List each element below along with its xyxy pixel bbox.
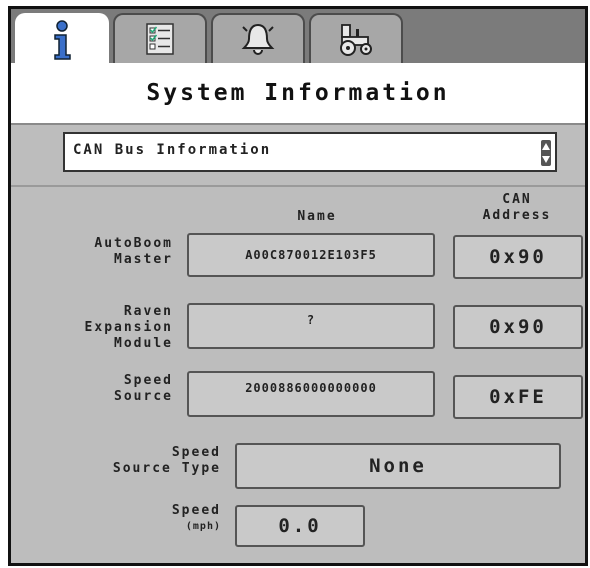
- label-line: Source: [114, 389, 173, 404]
- info-type-select-value: CAN Bus Information: [73, 142, 272, 158]
- row-label-speed-source: Speed Source: [11, 373, 173, 405]
- tractor-icon: [340, 24, 372, 56]
- label-line: Expansion: [84, 320, 173, 335]
- tab-strip: [11, 9, 585, 65]
- screen-frame: System Information CAN Bus Information N…: [8, 6, 588, 566]
- column-header-name: Name: [297, 209, 337, 224]
- bell-icon: [241, 23, 275, 55]
- autoboom-master-name-field[interactable]: A00C870012E103F5: [187, 233, 435, 277]
- tab-machine[interactable]: [309, 13, 403, 63]
- tab-info[interactable]: [15, 13, 109, 65]
- label-line: Master: [114, 252, 173, 267]
- label-line: AutoBoom: [94, 236, 173, 251]
- column-header-can-line1: CAN: [502, 192, 532, 207]
- label-speed: Speed (mph): [11, 503, 221, 535]
- page-title: System Information: [11, 63, 585, 125]
- speed-source-name-field[interactable]: 2000886000000000: [187, 371, 435, 417]
- label-line: Module: [114, 336, 173, 351]
- label-line: Speed: [171, 445, 221, 460]
- label-speed-source-type: Speed Source Type: [11, 445, 221, 477]
- label-line: Raven: [123, 304, 173, 319]
- tab-checklist[interactable]: [113, 13, 207, 63]
- selector-row: CAN Bus Information: [11, 125, 585, 187]
- raven-expansion-module-name-field[interactable]: ?: [187, 303, 435, 349]
- label-line: Speed: [171, 503, 221, 518]
- speed-unit-label: (mph): [185, 521, 221, 532]
- label-line: Source Type: [112, 461, 221, 476]
- raven-expansion-module-address-field[interactable]: 0x90: [453, 305, 583, 349]
- select-spinner-icon[interactable]: [541, 140, 551, 166]
- column-header-can-line2: Address: [482, 208, 552, 223]
- autoboom-master-address-field[interactable]: 0x90: [453, 235, 583, 279]
- speed-source-address-field[interactable]: 0xFE: [453, 375, 583, 419]
- info-icon: [54, 20, 71, 60]
- speed-field[interactable]: 0.0: [235, 505, 365, 547]
- checklist-icon: [146, 23, 174, 55]
- tab-alarms[interactable]: [211, 13, 305, 63]
- speed-source-type-field[interactable]: None: [235, 443, 561, 489]
- label-line: Speed: [123, 373, 173, 388]
- row-label-autoboom-master: AutoBoom Master: [11, 236, 173, 268]
- row-label-raven-expansion-module: Raven Expansion Module: [11, 304, 173, 352]
- info-type-select[interactable]: CAN Bus Information: [63, 132, 557, 172]
